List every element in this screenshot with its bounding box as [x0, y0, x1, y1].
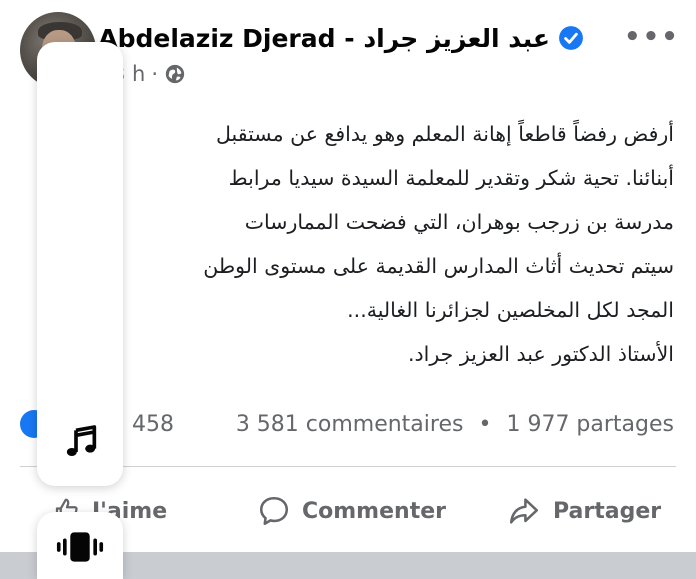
shares-count[interactable]: 1 977 partages	[506, 412, 674, 437]
post-body-line: الأستاذ الدكتور عبد العزيز جراد.	[408, 342, 674, 366]
music-note-icon[interactable]	[61, 422, 101, 462]
post-body-line: المجد لكل المخلصين لجزائرنا الغالية...	[347, 298, 674, 322]
floating-vibrate-panel[interactable]	[37, 512, 123, 579]
comments-count[interactable]: 3 581 commentaires	[236, 412, 464, 437]
author-name[interactable]: Abdelaziz Djerad - عبد العزيز جراد	[98, 24, 550, 53]
post-body-line: سيتم تحديث أثاث المدارس القديمة على مستو…	[203, 254, 674, 278]
stats-separator: •	[478, 412, 492, 437]
reactions-count[interactable]: 458	[132, 412, 174, 437]
verified-badge-icon	[559, 26, 583, 50]
meta-separator: ·	[151, 62, 159, 86]
post-body-line: أرفض رفضاً قاطعاً إهانة المعلم وهو يدافع…	[216, 122, 674, 146]
globe-icon	[165, 64, 185, 84]
share-arrow-icon	[509, 498, 539, 524]
post-body: أرفض رفضاً قاطعاً إهانة المعلم وهو يدافع…	[114, 112, 674, 376]
share-button[interactable]: Partager	[505, 488, 661, 534]
post-meta: 3 h ·	[112, 62, 186, 86]
post-stats: 3 581 commentaires • 1 977 partages	[236, 412, 674, 437]
comment-icon	[259, 496, 289, 526]
comment-button[interactable]: Commenter	[256, 488, 446, 534]
author-header[interactable]: Abdelaziz Djerad - عبد العزيز جراد	[98, 20, 584, 56]
post-body-line: أبنائنا. تحية شكر وتقدير للمعلمة السيدة …	[228, 166, 674, 190]
post-body-line: مدرسة بن زرجب بوهران، التي فضحت الممارسا…	[244, 210, 674, 234]
vibrate-icon[interactable]	[55, 530, 105, 564]
comment-label: Commenter	[302, 498, 446, 524]
share-label: Partager	[553, 498, 662, 524]
floating-media-panel[interactable]	[37, 42, 123, 486]
more-options-button[interactable]: •••	[624, 22, 680, 52]
